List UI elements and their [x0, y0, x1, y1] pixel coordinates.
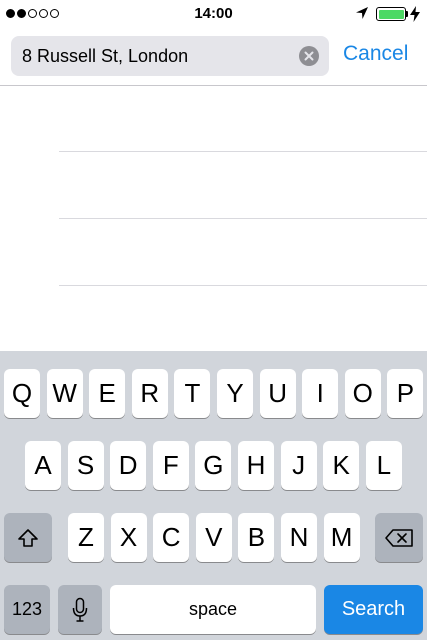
- key-t[interactable]: T: [174, 369, 211, 418]
- key-n[interactable]: N: [281, 513, 317, 562]
- key-i[interactable]: I: [302, 369, 339, 418]
- key-b[interactable]: B: [238, 513, 275, 562]
- key-y[interactable]: Y: [217, 369, 253, 418]
- battery-level: [378, 9, 404, 19]
- key-d[interactable]: D: [110, 441, 147, 490]
- shift-icon: [18, 528, 38, 547]
- key-r[interactable]: R: [131, 369, 168, 418]
- key-l[interactable]: L: [365, 441, 402, 490]
- key-x[interactable]: X: [110, 513, 147, 562]
- backspace-icon: [385, 528, 413, 547]
- search-key[interactable]: Search: [324, 585, 423, 634]
- key-u[interactable]: U: [259, 369, 296, 418]
- battery-cap: [406, 11, 408, 17]
- key-a[interactable]: A: [25, 441, 61, 490]
- key-s[interactable]: S: [67, 441, 104, 490]
- key-q[interactable]: Q: [4, 369, 40, 418]
- key-k[interactable]: K: [323, 441, 360, 490]
- key-w[interactable]: W: [46, 369, 83, 418]
- key-c[interactable]: C: [153, 513, 190, 562]
- key-o[interactable]: O: [344, 369, 381, 418]
- key-e[interactable]: E: [89, 369, 126, 418]
- close-icon: [304, 51, 314, 61]
- status-bar: 14:00: [0, 0, 427, 28]
- key-z[interactable]: Z: [68, 513, 104, 562]
- key-g[interactable]: G: [195, 441, 232, 490]
- list-item-separator: [59, 151, 427, 152]
- list-item-separator: [59, 285, 427, 286]
- numbers-key[interactable]: 123: [4, 585, 50, 634]
- microphone-icon: [72, 597, 88, 622]
- dictation-key[interactable]: [58, 585, 102, 634]
- list-item-separator: [59, 218, 427, 219]
- shift-key[interactable]: [4, 513, 52, 562]
- cancel-button[interactable]: Cancel: [343, 42, 408, 66]
- keyboard: 123 space Search QWERTYUIOP ASDFGHJKL ZXCV…: [0, 351, 427, 640]
- key-f[interactable]: F: [152, 441, 189, 490]
- clear-text-icon[interactable]: [299, 46, 319, 66]
- battery-icon: [376, 7, 406, 21]
- search-field[interactable]: [11, 36, 329, 76]
- charging-bolt-icon: [410, 6, 420, 22]
- location-arrow-icon: [356, 7, 368, 19]
- key-p[interactable]: P: [387, 369, 424, 418]
- key-m[interactable]: M: [323, 513, 360, 562]
- header-divider: [0, 85, 427, 86]
- delete-key[interactable]: [375, 513, 423, 562]
- key-h[interactable]: H: [238, 441, 274, 490]
- key-j[interactable]: J: [280, 441, 317, 490]
- key-v[interactable]: V: [195, 513, 232, 562]
- search-input[interactable]: [22, 36, 292, 76]
- space-key[interactable]: space: [110, 585, 316, 634]
